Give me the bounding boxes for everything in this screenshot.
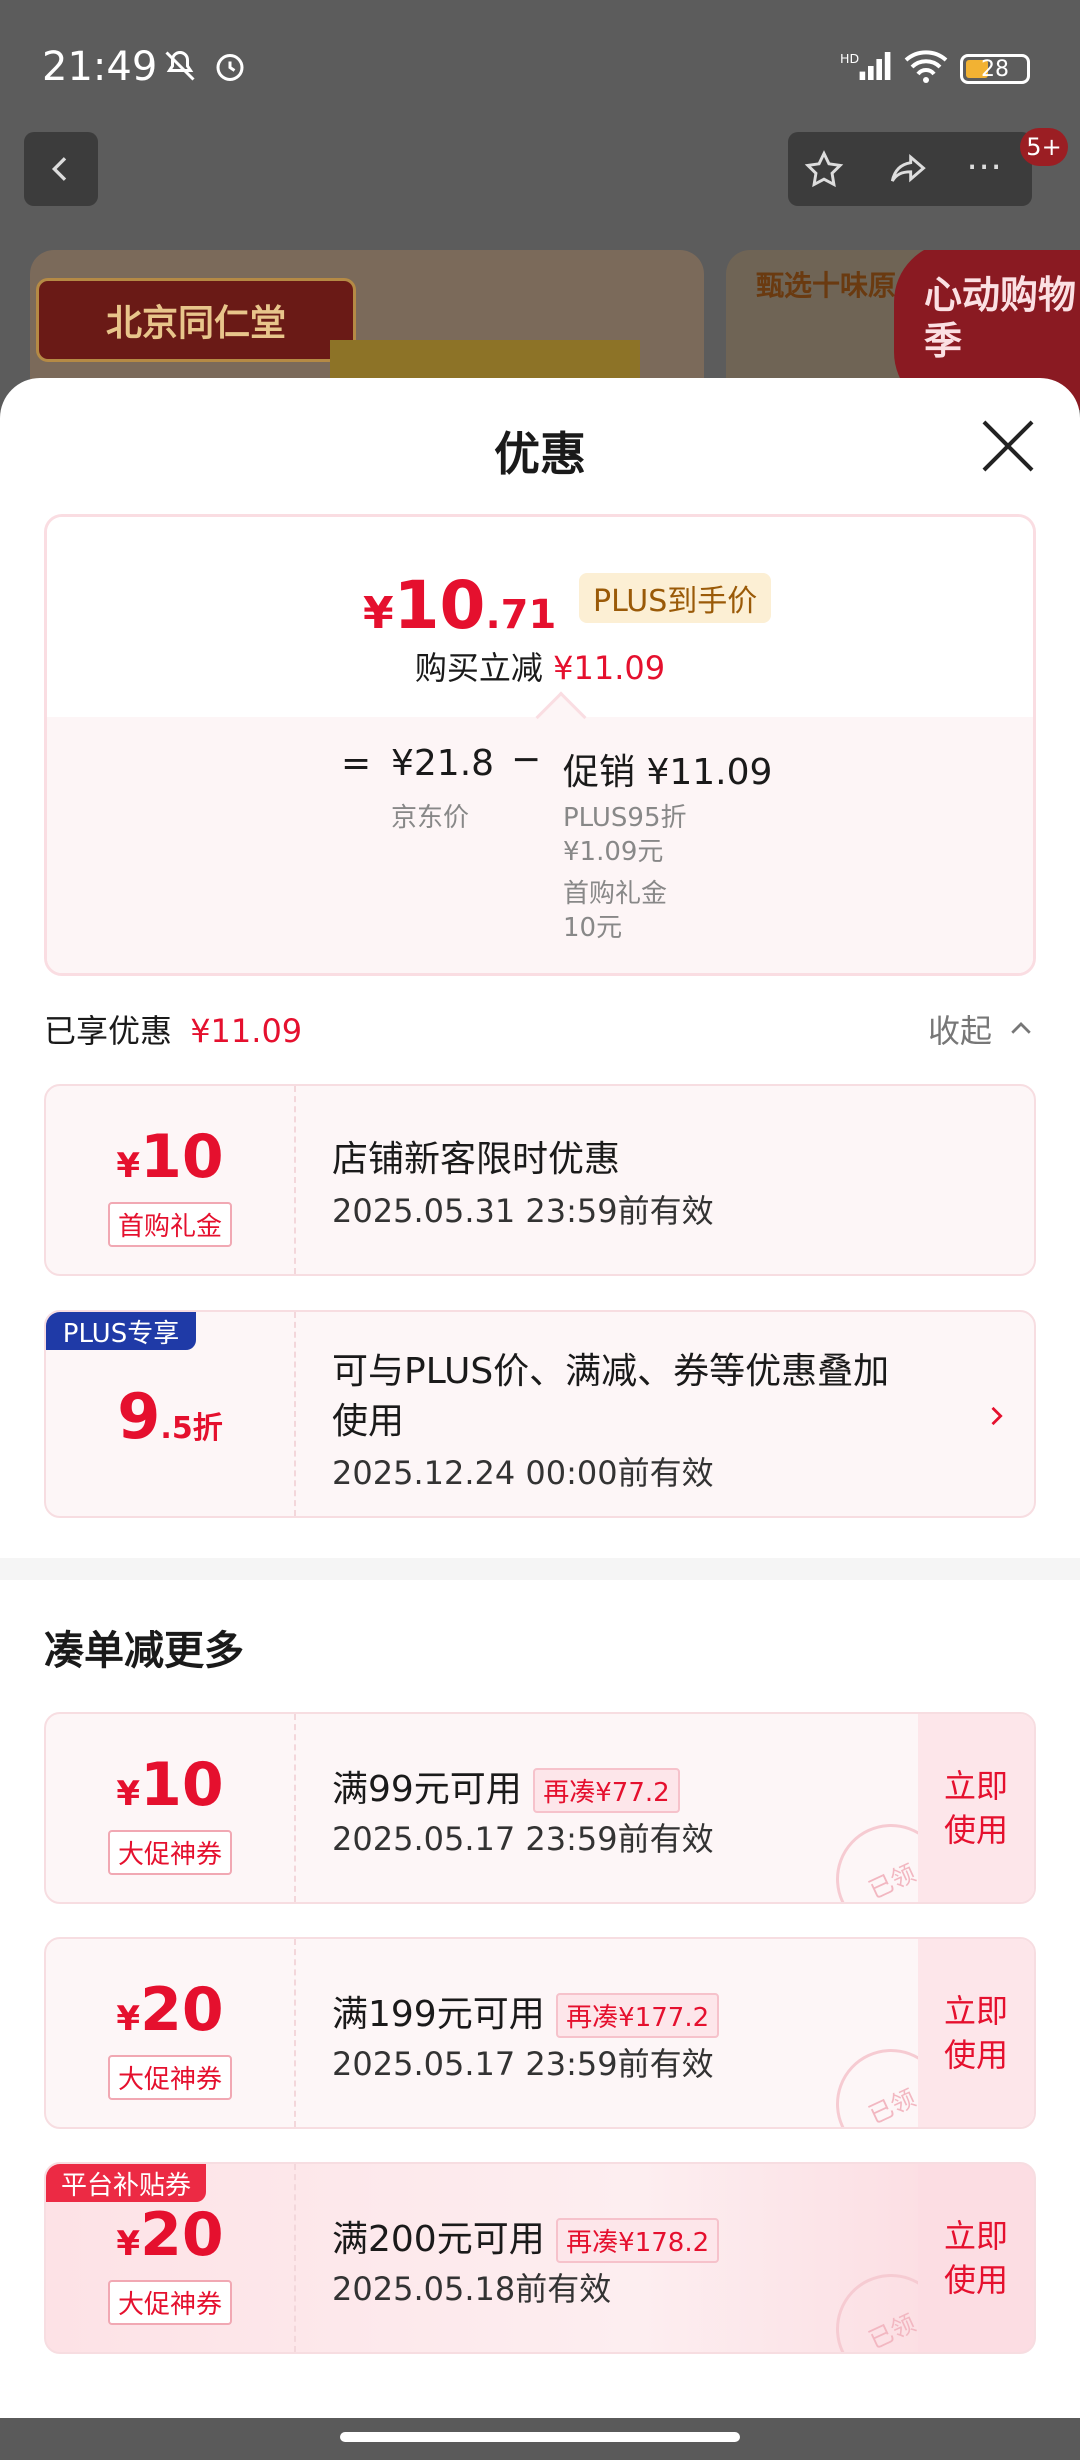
section-divider [0, 1558, 1080, 1580]
more-section-title: 凑单减更多 [44, 1628, 244, 1674]
coupon-tag: 首购礼金 [107, 1202, 232, 1247]
coupon-amount-area: ¥20 大促神券 [46, 1939, 296, 2127]
coupon-chip: 再凑¥177.2 [556, 1993, 720, 2038]
wifi-icon [900, 48, 952, 84]
coupon-amount-area: ¥10 首购礼金 [46, 1086, 296, 1274]
use-now-button[interactable]: 立即 使用 [918, 2164, 1034, 2352]
coupon-title: 店铺新客限时优惠 [332, 1139, 621, 1180]
coupon-tag: 大促神券 [107, 2280, 232, 2325]
coupon-tag: 大促神券 [107, 1830, 232, 1875]
coupon-amount-area: ¥10 大促神券 [46, 1714, 296, 1902]
save-line: 购买立减 ¥11.09 [414, 649, 666, 687]
price-breakdown: = ¥21.8 京东价 − 促销 ¥11.09 PLUS95折 ¥1.09元 首… [47, 717, 1033, 973]
minus-sign: − [511, 739, 542, 780]
message-badge: 5+ [1020, 128, 1068, 166]
coupon-tag: 大促神券 [107, 2055, 232, 2100]
sheet-title: 优惠 [494, 427, 586, 481]
more-icon[interactable]: ⋯ [966, 146, 1002, 187]
price-summary-card: ¥10.71 PLUS到手价 购买立减 ¥11.09 = ¥21.8 京东价 −… [44, 514, 1036, 976]
platform-subsidy-badge: 平台补贴券 [46, 2164, 206, 2202]
close-icon[interactable] [982, 420, 1034, 472]
coupon-chip: 再凑¥178.2 [556, 2218, 720, 2263]
banner-right-text: 甄选十味原 [756, 269, 897, 302]
equals-sign: = [341, 743, 372, 784]
coupon-expiry: 2025.05.31 23:59前有效 [332, 1192, 714, 1230]
back-button[interactable] [24, 132, 98, 206]
use-now-button[interactable]: 立即 使用 [918, 1714, 1034, 1902]
status-time: 21:49 [42, 44, 158, 90]
coupon-199: ¥20 大促神券 满199元可用 再凑¥177.2 2025.05.17 23:… [44, 1937, 1036, 2129]
coupon-title: 满200元可用 再凑¥178.2 [332, 2210, 720, 2263]
promo-detail-2-value: 10元 [563, 913, 623, 943]
enjoyed-value: ¥11.09 [190, 1012, 303, 1050]
coupon-amount: ¥20 [116, 2200, 224, 2270]
coupon-plus-discount[interactable]: PLUS专享 9.5折 可与PLUS价、满减、券等优惠叠加 使用 2025.12… [44, 1310, 1036, 1518]
use-now-button[interactable]: 立即 使用 [918, 1939, 1034, 2127]
coupon-expiry: 2025.05.17 23:59前有效 [332, 1820, 714, 1858]
promo-detail-2: 首购礼金 [563, 879, 668, 909]
home-indicator[interactable] [340, 2432, 740, 2442]
status-bar: 21:49 HD 28 [0, 0, 1080, 130]
coupon-amount: ¥20 [116, 1975, 224, 2045]
discount-sheet: 优惠 ¥10.71 PLUS到手价 购买立减 ¥11.09 = ¥21.8 京东… [0, 378, 1080, 2418]
mute-icon [160, 48, 200, 84]
chevron-left-icon [51, 157, 67, 181]
battery-icon: 28 [960, 54, 1030, 84]
chevron-up-icon[interactable] [1006, 1014, 1036, 1044]
favorite-star-icon[interactable] [802, 148, 846, 196]
promo-amount: 促销 ¥11.09 [563, 752, 773, 793]
promo-detail-1: PLUS95折 [563, 803, 687, 833]
svg-text:HD: HD [840, 51, 859, 66]
collapse-button[interactable]: 收起 [928, 1006, 992, 1052]
plus-price-tag: PLUS到手价 [579, 573, 772, 623]
coupon-expiry: 2025.12.24 00:00前有效 [332, 1454, 714, 1492]
top-action-group: ⋯ [788, 132, 1032, 206]
battery-level: 28 [981, 56, 1009, 82]
coupon-chip: 再凑¥77.2 [533, 1768, 680, 1813]
coupon-expiry: 2025.05.17 23:59前有效 [332, 2045, 714, 2083]
jd-price: ¥21.8 [391, 743, 495, 784]
coupon-amount: ¥10 [116, 1122, 224, 1192]
brand-logo: 北京同仁堂 [36, 278, 356, 362]
coupon-amount-area: 9.5折 [46, 1312, 296, 1516]
chevron-right-icon[interactable] [982, 1400, 1010, 1432]
jd-price-label: 京东价 [391, 803, 470, 833]
enjoyed-label: 已享优惠 [44, 1012, 173, 1050]
share-icon[interactable] [884, 148, 930, 196]
coupon-title: 满199元可用 再凑¥177.2 [332, 1985, 720, 2038]
coupon-200-platform: 平台补贴券 ¥20 大促神券 满200元可用 再凑¥178.2 2025.05.… [44, 2162, 1036, 2354]
enjoyed-header: 已享优惠 ¥11.09 收起 [44, 1006, 1036, 1066]
price-top: ¥10.71 PLUS到手价 购买立减 ¥11.09 [47, 517, 1033, 717]
coupon-amount: ¥10 [116, 1750, 224, 1820]
coupon-expiry: 2025.05.18前有效 [332, 2270, 612, 2308]
coupon-first-purchase: ¥10 首购礼金 店铺新客限时优惠 2025.05.31 23:59前有效 [44, 1084, 1036, 1276]
coupon-99: ¥10 大促神券 满99元可用 再凑¥77.2 2025.05.17 23:59… [44, 1712, 1036, 1904]
coupon-title: 满99元可用 再凑¥77.2 [332, 1760, 680, 1813]
coupon-title-line2: 使用 [332, 1401, 405, 1442]
alarm-icon [210, 48, 250, 84]
final-price: ¥10.71 [363, 567, 557, 644]
signal-icon: HD [838, 48, 898, 84]
coupon-amount: 9.5折 [117, 1380, 223, 1453]
promo-detail-1-value: ¥1.09元 [563, 837, 664, 867]
coupon-title-line1: 可与PLUS价、满减、券等优惠叠加 [332, 1351, 890, 1392]
